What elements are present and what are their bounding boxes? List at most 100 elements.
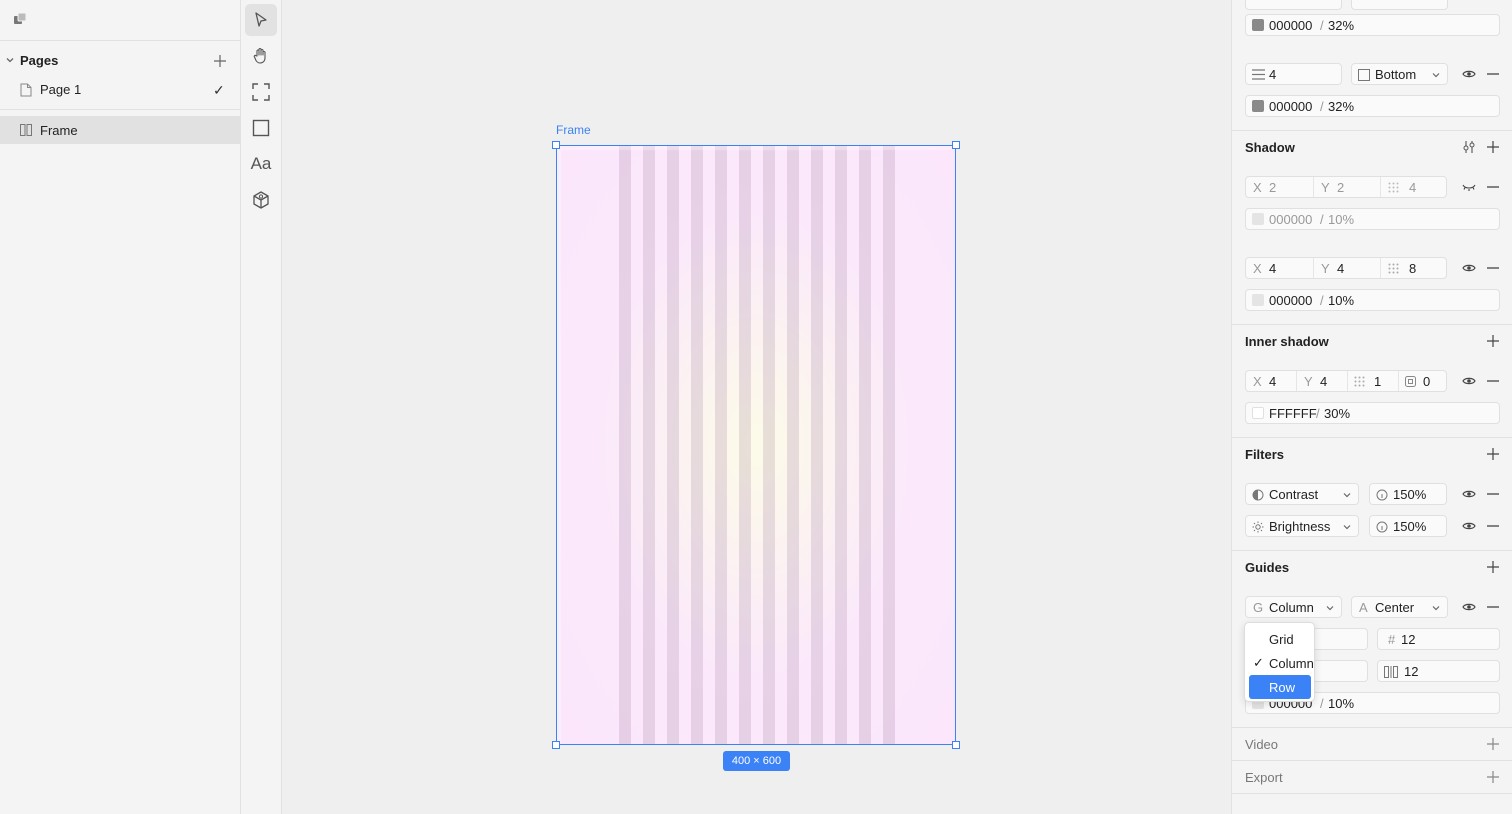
add-page-icon[interactable] — [212, 53, 228, 69]
inner-shadow-fields[interactable]: X 4 Y 4 1 0 — [1245, 370, 1447, 392]
eye-icon[interactable] — [1461, 599, 1477, 615]
shadow-1-blur[interactable]: 4 — [1409, 180, 1416, 195]
stroke-field-clipped[interactable] — [1351, 0, 1448, 10]
shadow-1-color-field[interactable]: 000000 / 10% — [1245, 208, 1500, 230]
filter-1-value-field[interactable]: 150% — [1369, 483, 1447, 505]
page-list-item[interactable]: Page 1 ✓ — [0, 79, 240, 101]
shadow-1-x[interactable]: 2 — [1269, 180, 1276, 195]
color-swatch[interactable] — [1252, 294, 1264, 306]
inner-shadow-blur[interactable]: 1 — [1374, 374, 1381, 389]
guide-gutter-field[interactable]: 12 — [1377, 660, 1500, 682]
export-section-title: Export — [1245, 770, 1283, 785]
guide-gutter-value[interactable]: 12 — [1404, 664, 1418, 679]
app-logo-icon[interactable] — [13, 12, 27, 26]
shadow-1-color: 000000 — [1269, 212, 1313, 227]
remove-icon[interactable] — [1485, 260, 1501, 276]
guide-count-prefix: # — [1388, 632, 1396, 647]
shadow-2-y[interactable]: 4 — [1337, 261, 1344, 276]
component-tool-button[interactable] — [245, 184, 277, 216]
frame-tool-button[interactable] — [245, 76, 277, 108]
guide-align-select[interactable]: A Center — [1351, 596, 1448, 618]
eye-icon[interactable] — [1461, 373, 1477, 389]
chevron-down-icon — [1343, 525, 1351, 530]
resize-handle-bottom-right[interactable] — [952, 741, 960, 749]
field-separator — [1347, 371, 1348, 391]
field-separator — [1313, 177, 1314, 197]
filter-2-type-select[interactable]: Brightness — [1245, 515, 1359, 537]
remove-icon[interactable] — [1485, 486, 1501, 502]
add-inner-shadow-icon[interactable] — [1485, 333, 1501, 349]
slash-separator: / — [1320, 99, 1324, 114]
menu-item-row[interactable]: Row — [1249, 675, 1311, 699]
color-swatch[interactable] — [1252, 19, 1264, 31]
menu-item-column[interactable]: ✓ Column — [1249, 651, 1314, 675]
color-swatch[interactable] — [1252, 213, 1264, 225]
guide-count-field[interactable]: # 12 — [1377, 628, 1500, 650]
remove-icon[interactable] — [1485, 373, 1501, 389]
text-tool-button[interactable]: Aa — [245, 148, 277, 180]
shadow-1-y[interactable]: 2 — [1337, 180, 1344, 195]
stroke-weight-icon — [1252, 69, 1265, 80]
section-divider — [1232, 760, 1512, 761]
stroke-color-field[interactable]: 000000 / 32% — [1245, 95, 1500, 117]
eye-icon[interactable] — [1461, 66, 1477, 82]
properties-panel: 000000 / 32% 4 Bottom 000000 / 32% Shado… — [1231, 0, 1512, 814]
shadow-2-x[interactable]: 4 — [1269, 261, 1276, 276]
guide-type-select[interactable]: G Column — [1245, 596, 1342, 618]
inner-shadow-spread[interactable]: 0 — [1423, 374, 1430, 389]
color-swatch[interactable] — [1252, 407, 1264, 419]
inner-shadow-x[interactable]: 4 — [1269, 374, 1276, 389]
add-filter-icon[interactable] — [1485, 446, 1501, 462]
filter-2-value-field[interactable]: 150% — [1369, 515, 1447, 537]
filter-2-value[interactable]: 150% — [1393, 519, 1426, 534]
gutter-icon — [1384, 666, 1398, 678]
inner-shadow-color-field[interactable]: FFFFFF / 30% — [1245, 402, 1500, 424]
design-canvas[interactable]: Frame 400 × 600 — [282, 0, 1231, 814]
eye-icon[interactable] — [1461, 260, 1477, 276]
remove-icon[interactable] — [1485, 66, 1501, 82]
stroke-weight-field[interactable]: 4 — [1245, 63, 1342, 85]
resize-handle-top-right[interactable] — [952, 141, 960, 149]
shadow-2-blur[interactable]: 8 — [1409, 261, 1416, 276]
remove-icon[interactable] — [1485, 179, 1501, 195]
rectangle-icon — [252, 119, 270, 137]
remove-icon[interactable] — [1485, 518, 1501, 534]
filter-1-value[interactable]: 150% — [1393, 487, 1426, 502]
menu-item-grid[interactable]: Grid — [1249, 627, 1311, 651]
resize-handle-top-left[interactable] — [552, 141, 560, 149]
eye-icon[interactable] — [1461, 486, 1477, 502]
frame-name-label[interactable]: Frame — [556, 123, 591, 137]
adjust-sliders-icon[interactable] — [1461, 139, 1477, 155]
inner-shadow-y[interactable]: 4 — [1320, 374, 1327, 389]
stroke-weight-value: 4 — [1269, 67, 1277, 82]
rectangle-tool-button[interactable] — [245, 112, 277, 144]
eye-closed-icon[interactable] — [1461, 179, 1477, 195]
add-guide-icon[interactable] — [1485, 559, 1501, 575]
resize-handle-bottom-left[interactable] — [552, 741, 560, 749]
stroke-field-clipped[interactable] — [1245, 0, 1342, 10]
stroke-position-select[interactable]: Bottom — [1351, 63, 1448, 85]
chevron-down-icon[interactable] — [5, 55, 15, 65]
shadow-1-offset-fields[interactable]: X 2 Y 2 4 — [1245, 176, 1447, 198]
add-video-icon[interactable] — [1485, 736, 1501, 752]
chevron-down-icon — [1432, 73, 1440, 78]
layer-item-frame[interactable]: Frame — [0, 116, 240, 144]
select-tool-button[interactable] — [245, 4, 277, 36]
selected-frame[interactable] — [556, 145, 956, 745]
pages-section-header[interactable]: Pages — [0, 50, 240, 72]
shadow-2-opacity: 10% — [1328, 293, 1355, 308]
hand-tool-button[interactable] — [245, 40, 277, 72]
add-export-icon[interactable] — [1485, 769, 1501, 785]
menu-item-label: Column — [1269, 656, 1314, 671]
guide-count-value[interactable]: 12 — [1401, 632, 1415, 647]
shadow-2-color-field[interactable]: 000000 / 10% — [1245, 289, 1500, 311]
field-separator — [1380, 177, 1381, 197]
remove-icon[interactable] — [1485, 599, 1501, 615]
color-swatch[interactable] — [1252, 100, 1264, 112]
filter-1-type-select[interactable]: Contrast — [1245, 483, 1359, 505]
stroke-color-field[interactable]: 000000 / 32% — [1245, 14, 1500, 36]
add-shadow-icon[interactable] — [1485, 139, 1501, 155]
page-document-icon — [20, 83, 32, 97]
shadow-2-offset-fields[interactable]: X 4 Y 4 8 — [1245, 257, 1447, 279]
eye-icon[interactable] — [1461, 518, 1477, 534]
